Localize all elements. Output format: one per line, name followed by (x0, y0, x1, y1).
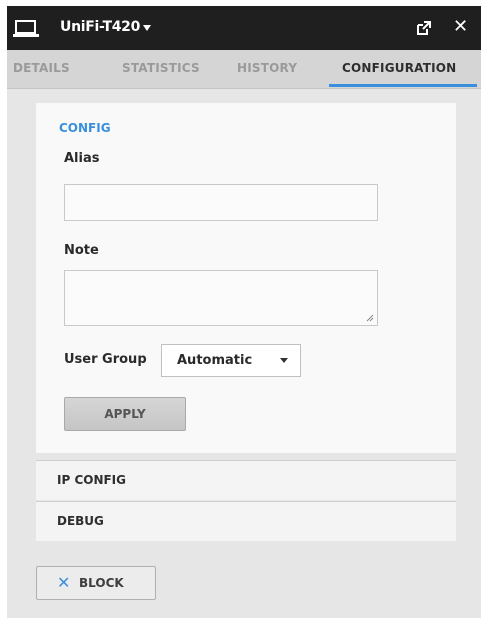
active-tab-indicator (329, 84, 477, 87)
section-ip-config[interactable]: IP CONFIG (36, 460, 456, 500)
close-icon[interactable]: ✕ (453, 18, 468, 36)
section-label-debug: DEBUG (57, 514, 104, 528)
popout-icon[interactable] (417, 21, 431, 35)
device-name[interactable]: UniFi-T420 (60, 19, 140, 35)
note-textarea[interactable] (64, 270, 378, 326)
tab-statistics[interactable]: STATISTICS (122, 61, 200, 75)
alias-label: Alias (64, 151, 100, 166)
chevron-down-icon[interactable] (143, 25, 151, 31)
alias-input[interactable] (64, 184, 378, 221)
user-group-label: User Group (64, 352, 147, 367)
block-button[interactable]: ✕ BLOCK (36, 566, 156, 600)
section-heading-config[interactable]: CONFIG (59, 121, 111, 135)
client-panel: UniFi-T420 ✕ DETAILS STATISTICS HISTORY … (7, 6, 481, 618)
tab-details[interactable]: DETAILS (13, 61, 70, 75)
chevron-down-icon (280, 358, 288, 363)
laptop-icon (13, 20, 39, 37)
user-group-select[interactable]: Automatic (161, 344, 301, 377)
note-label: Note (64, 243, 99, 258)
block-label: BLOCK (79, 576, 124, 590)
block-x-icon: ✕ (57, 573, 71, 592)
title-bar: UniFi-T420 ✕ (7, 6, 481, 50)
section-label-ip-config: IP CONFIG (57, 473, 126, 487)
section-debug[interactable]: DEBUG (36, 501, 456, 541)
tab-configuration[interactable]: CONFIGURATION (342, 61, 456, 75)
apply-button[interactable]: APPLY (64, 397, 186, 431)
user-group-value: Automatic (177, 353, 253, 368)
config-section: CONFIG Alias Note User Group Automatic A… (36, 103, 456, 453)
tab-bar: DETAILS STATISTICS HISTORY CONFIGURATION (7, 50, 481, 89)
tab-history[interactable]: HISTORY (237, 61, 297, 75)
resize-grip-icon[interactable] (366, 314, 374, 322)
